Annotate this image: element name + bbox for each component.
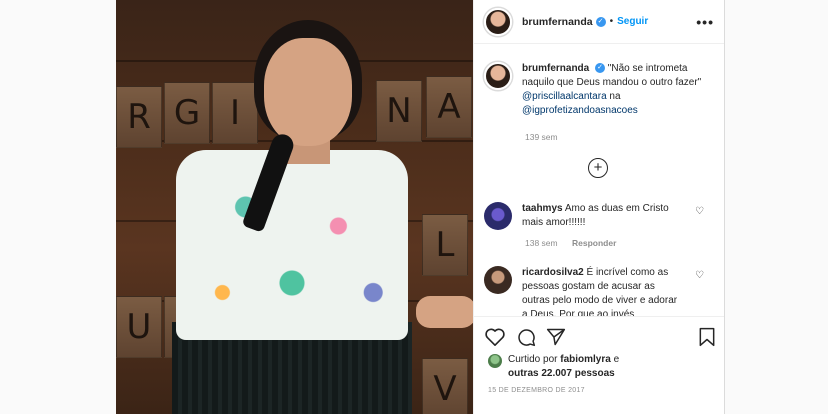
post-details-panel: brumfernanda ✓ • Seguir ••• brumfernanda… (473, 0, 725, 414)
liker-username[interactable]: fabiomlyra (560, 354, 611, 365)
separator-dot: • (609, 16, 614, 27)
person-shirt (176, 150, 408, 340)
caption-connector: na (609, 91, 621, 102)
comment-body: ricardosilva2 É incrível como as pessoas… (522, 266, 682, 322)
save-bookmark-icon[interactable] (698, 327, 716, 347)
mention-link[interactable]: @igprofetizandoasnacoes (522, 105, 638, 116)
letter-tile: A (426, 76, 472, 138)
commenter-avatar[interactable] (484, 266, 512, 294)
post-caption: brumfernanda ✓ "Não se intrometa naquilo… (484, 62, 716, 118)
likes-connector: e (613, 354, 620, 365)
person-arm (416, 296, 473, 328)
reply-button[interactable]: Responder (572, 238, 616, 248)
person-face (264, 38, 352, 146)
caption-username[interactable]: brumfernanda (522, 63, 589, 74)
more-options-icon[interactable]: ••• (696, 14, 714, 30)
letter-tile: N (376, 80, 422, 142)
letter-tile: U (116, 296, 162, 358)
likes-prefix: Curtido por (508, 354, 558, 365)
comment-body: taahmys Amo as duas em Cristo mais amor!… (522, 202, 682, 230)
action-icons (484, 327, 716, 349)
verified-badge-icon: ✓ (595, 16, 606, 27)
comment-username[interactable]: ricardosilva2 (522, 267, 584, 278)
comment-timestamp[interactable]: 138 sem (525, 238, 558, 248)
letter-tile: R (116, 86, 162, 148)
likes-summary: Curtido por fabiomlyra e outras 22.007 p… (488, 353, 619, 381)
liker-avatar[interactable] (488, 354, 502, 368)
caption-text: brumfernanda ✓ "Não se intrometa naquilo… (522, 62, 716, 118)
comment-username[interactable]: taahmys (522, 203, 563, 214)
like-comment-heart-icon[interactable]: ♡ (695, 270, 704, 281)
post-actions: Curtido por fabiomlyra e outras 22.007 p… (474, 316, 724, 414)
mention-link[interactable]: @priscillaalcantara (522, 91, 607, 102)
letter-tile: I (212, 82, 258, 144)
follow-button[interactable]: Seguir (617, 16, 648, 27)
commenter-avatar[interactable] (484, 202, 512, 230)
letter-tile: G (164, 82, 210, 144)
comment-bubble-icon[interactable] (516, 327, 536, 347)
author-username[interactable]: brumfernanda (522, 16, 593, 28)
post-photo[interactable]: R G I N A L U T V (116, 0, 473, 414)
load-more-comments-button[interactable]: + (588, 158, 608, 178)
caption-avatar[interactable] (484, 62, 512, 90)
verified-badge-icon: ✓ (595, 63, 606, 74)
letter-tile: V (422, 358, 468, 414)
share-paper-plane-icon[interactable] (546, 327, 566, 347)
caption-timestamp[interactable]: 139 sem (525, 132, 558, 142)
comment: ricardosilva2 É incrível como as pessoas… (484, 266, 716, 322)
like-heart-icon[interactable] (484, 327, 506, 347)
letter-tile: L (422, 214, 468, 276)
like-comment-heart-icon[interactable]: ♡ (695, 206, 704, 217)
author-avatar[interactable] (484, 7, 512, 36)
post-header: brumfernanda ✓ • Seguir ••• (474, 0, 724, 44)
comment-meta: 138 sem Responder (525, 238, 628, 248)
post-date[interactable]: 15 DE DEZEMBRO DE 2017 (488, 387, 585, 394)
comment: taahmys Amo as duas em Cristo mais amor!… (484, 202, 716, 230)
likes-count[interactable]: outras 22.007 pessoas (508, 368, 615, 379)
